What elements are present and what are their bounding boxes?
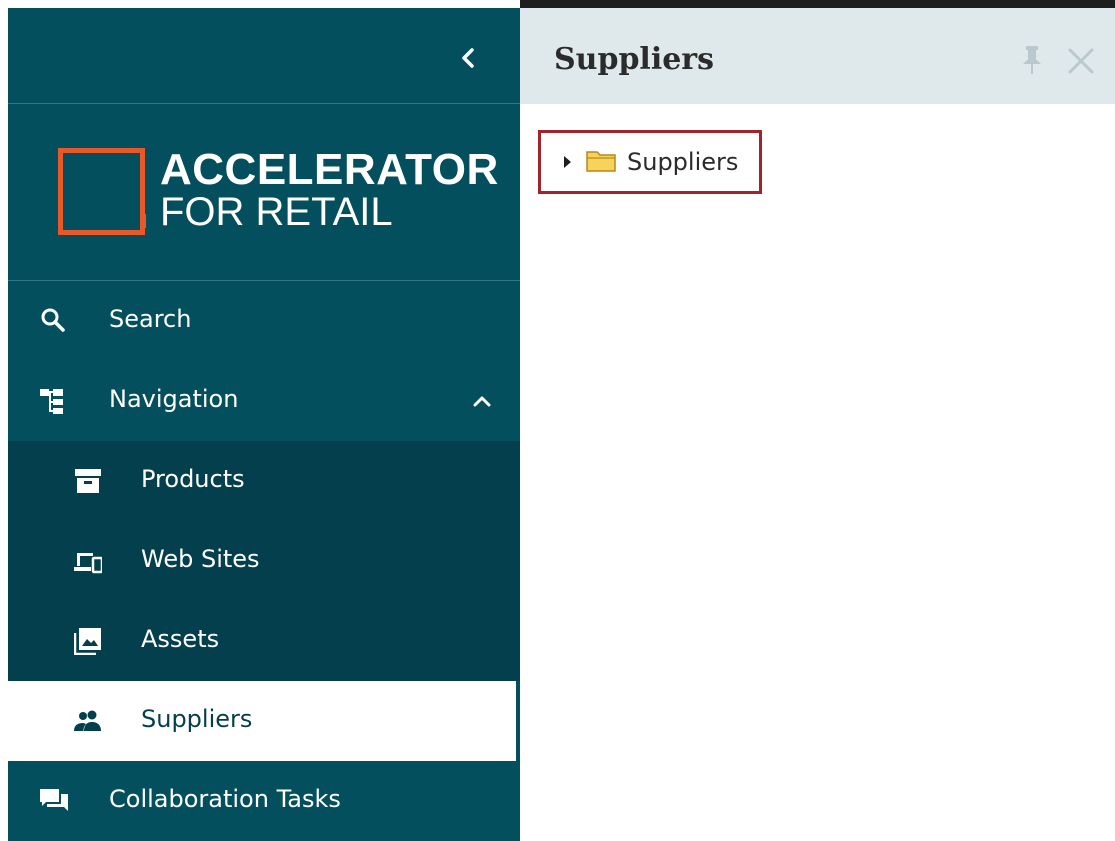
sidebar-item-label: Assets <box>141 625 220 653</box>
devices-icon <box>74 553 102 574</box>
sidebar-item-label: Collaboration Tasks <box>109 785 341 813</box>
logo-mark <box>58 148 145 235</box>
sidebar-item-label: Web Sites <box>141 545 260 573</box>
sidebar-top-bar <box>8 8 520 104</box>
hierarchy-icon <box>40 389 63 414</box>
sidebar-item-assets[interactable]: Assets <box>8 601 520 681</box>
sidebar-item-label: Products <box>141 465 245 493</box>
expand-arrow-icon[interactable] <box>561 154 573 170</box>
sidebar-item-collaboration-tasks[interactable]: Collaboration Tasks <box>8 761 520 841</box>
archive-box-icon <box>75 469 101 493</box>
logo-mark-dot <box>140 214 146 228</box>
chevron-left-icon <box>462 48 474 68</box>
search-icon <box>41 308 65 332</box>
window-top-border <box>520 0 1115 8</box>
sidebar-item-suppliers[interactable]: Suppliers <box>8 681 516 761</box>
sidebar-item-navigation[interactable]: Navigation <box>8 361 520 441</box>
sidebar-item-search[interactable]: Search <box>8 281 520 361</box>
tree-item-label: Suppliers <box>627 148 739 176</box>
sidebar-item-products[interactable]: Products <box>8 441 520 521</box>
sidebar-item-label: Search <box>109 305 192 333</box>
sidebar-item-label: Suppliers <box>141 705 253 733</box>
brand-logo: ACCELERATOR FOR RETAIL <box>8 104 520 281</box>
sidebar-item-web-sites[interactable]: Web Sites <box>8 521 520 601</box>
page-title: Suppliers <box>554 42 715 77</box>
folder-icon <box>586 151 616 172</box>
tree-item-suppliers[interactable]: Suppliers <box>538 130 762 194</box>
pin-icon[interactable] <box>1016 44 1048 76</box>
collapse-sidebar-button[interactable] <box>448 38 488 78</box>
logo-title: ACCELERATOR <box>160 145 499 194</box>
sidebar-item-label: Navigation <box>109 385 239 413</box>
image-gallery-icon <box>74 628 101 655</box>
close-icon[interactable] <box>1066 46 1096 76</box>
sidebar: ACCELERATOR FOR RETAIL Search Navigation… <box>8 8 520 841</box>
people-icon <box>74 710 101 731</box>
panel-header: Suppliers <box>520 8 1115 104</box>
logo-subtitle: FOR RETAIL <box>160 190 393 234</box>
chat-bubbles-icon <box>40 789 68 811</box>
suppliers-panel: Suppliers Suppliers <box>520 8 1115 841</box>
chevron-up-icon[interactable] <box>470 389 494 413</box>
